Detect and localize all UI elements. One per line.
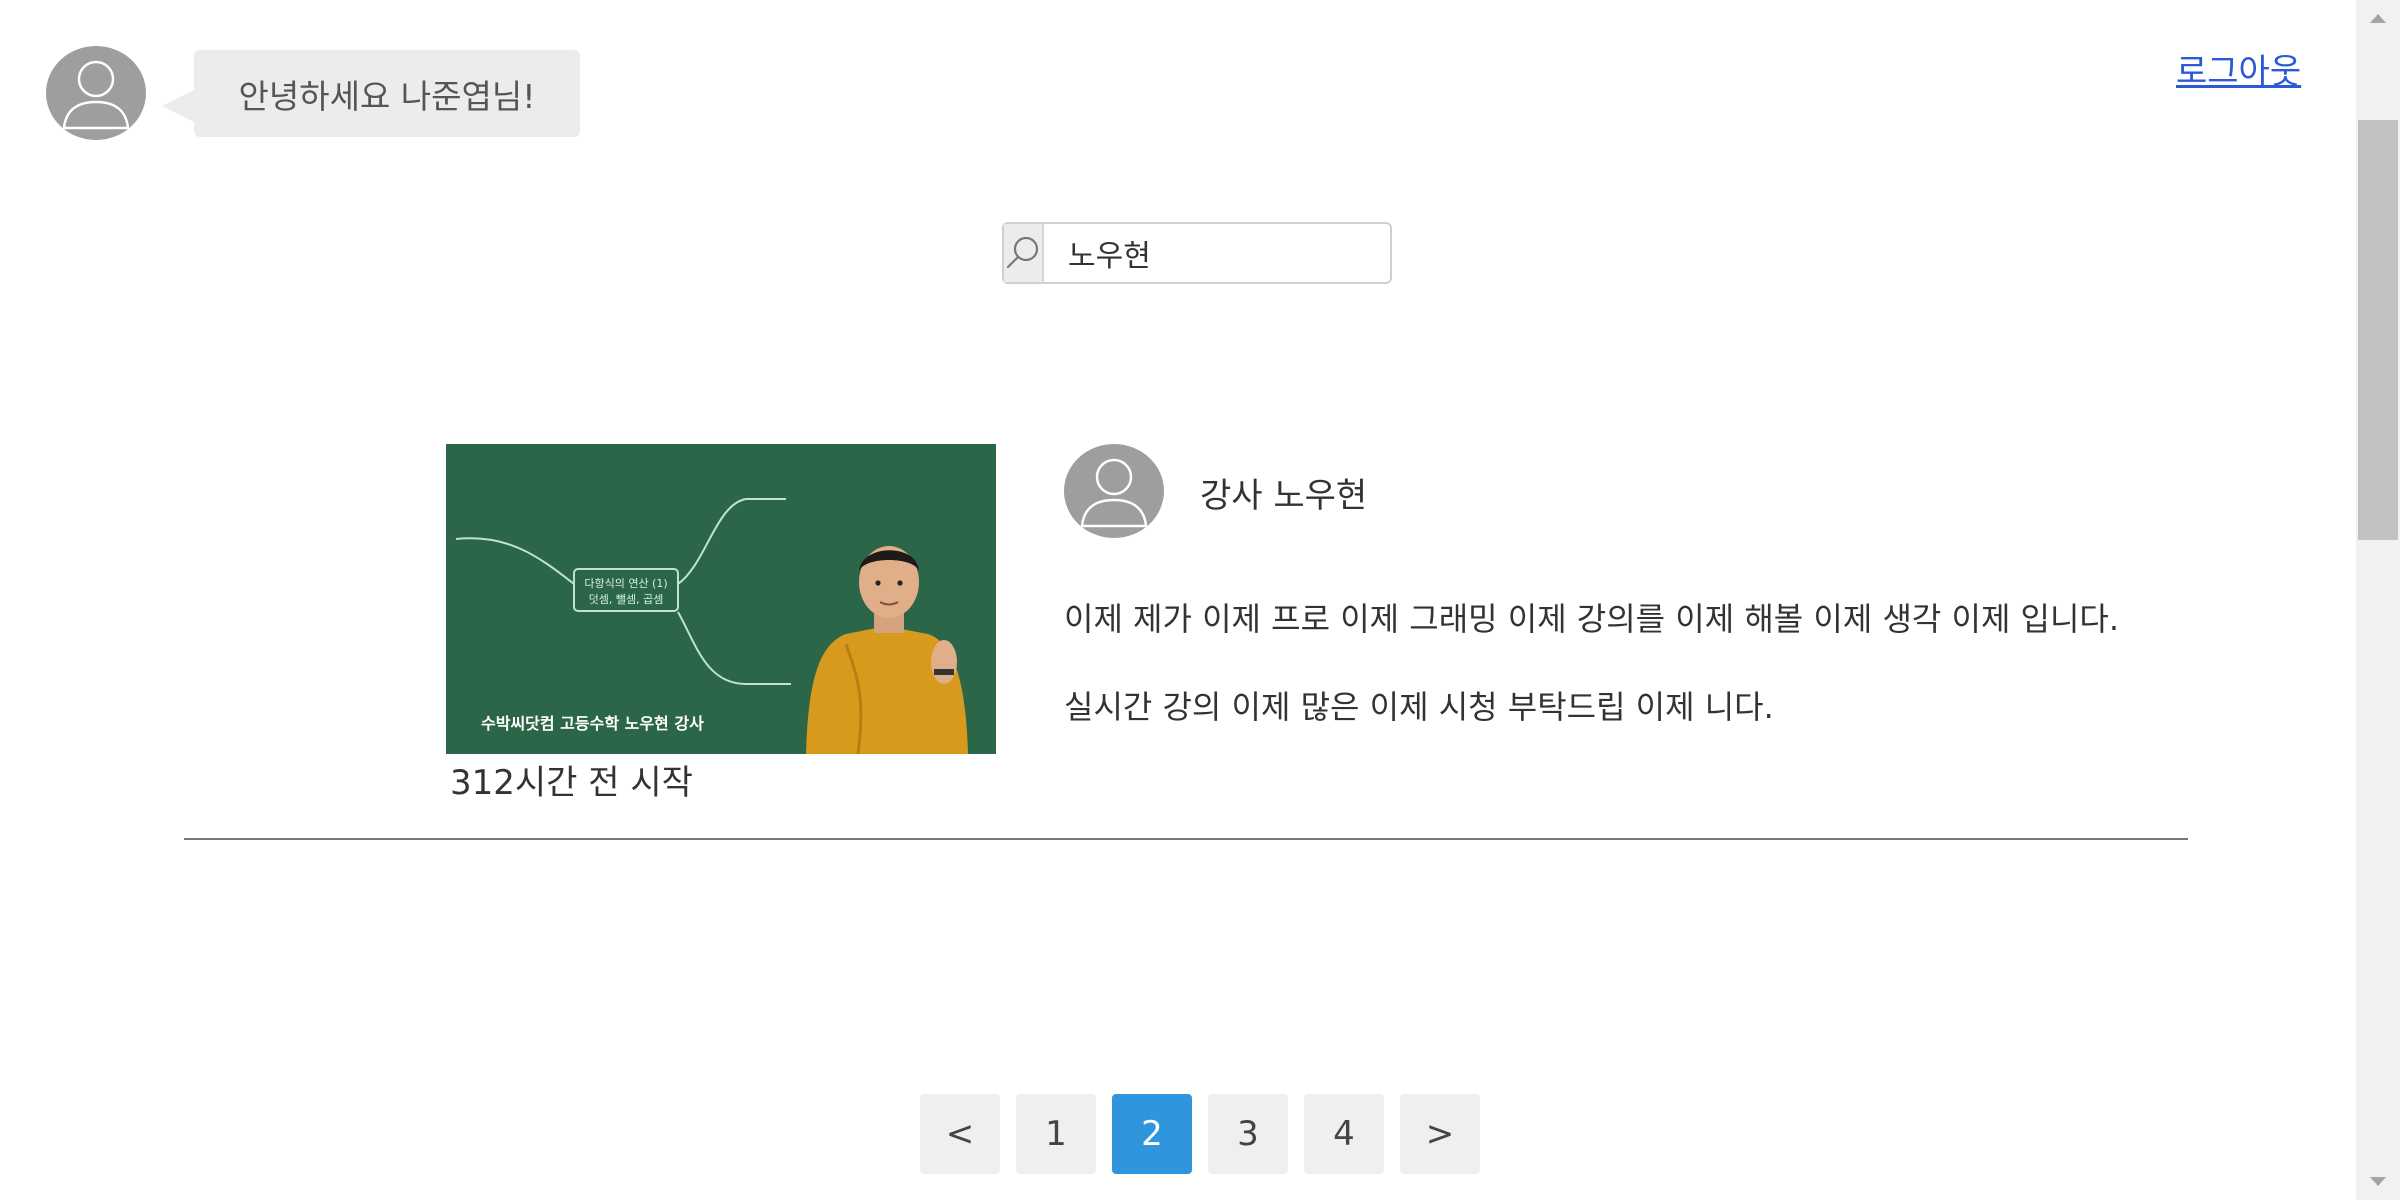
search-input[interactable] [1044, 224, 1465, 282]
search-icon [1006, 236, 1039, 269]
prev-page-button[interactable]: < [920, 1094, 1000, 1174]
greeting-bubble: 안녕하세요 나준엽님! [162, 50, 580, 137]
page-button-1[interactable]: 1 [1016, 1094, 1096, 1174]
pagination: < 1 2 3 4 > [920, 1094, 1480, 1174]
instructor-avatar [1064, 444, 1164, 538]
vertical-scrollbar[interactable] [2356, 0, 2400, 1200]
lecture-start-time: 312시간 전 시작 [450, 763, 693, 803]
thumbnail-box-line1: 다항식의 연산 (1) [584, 577, 667, 590]
next-page-button[interactable]: > [1400, 1094, 1480, 1174]
lecture-description-line2: 실시간 강의 이제 많은 이제 시청 부탁드립 이제 니다. [1064, 688, 1774, 726]
instructor-name: 강사 노우현 [1200, 476, 1368, 516]
page-button-3[interactable]: 3 [1208, 1094, 1288, 1174]
user-silhouette-icon [62, 60, 130, 130]
page-button-4[interactable]: 4 [1304, 1094, 1384, 1174]
thumbnail-caption: 수박씨닷컴 고등수학 노우현 강사 [481, 714, 704, 733]
scroll-down-arrow-icon[interactable] [2356, 1164, 2400, 1200]
thumbnail-box-line2: 덧셈, 뺄셈, 곱셈 [589, 593, 664, 606]
user-silhouette-icon [1080, 458, 1148, 528]
search-button[interactable] [1004, 224, 1044, 282]
lecture-description-line1: 이제 제가 이제 프로 이제 그래밍 이제 강의를 이제 해볼 이제 생각 이제… [1064, 600, 2120, 638]
lecture-thumbnail[interactable]: 다항식의 연산 (1) 덧셈, 뺄셈, 곱셈 수박씨닷컴 고등수학 노우현 강사 [446, 444, 996, 754]
page-button-2[interactable]: 2 [1112, 1094, 1192, 1174]
user-avatar [46, 46, 146, 140]
scroll-up-arrow-icon[interactable] [2356, 0, 2400, 36]
lecture-video-frame: 다항식의 연산 (1) 덧셈, 뺄셈, 곱셈 수박씨닷컴 고등수학 노우현 강사 [446, 444, 996, 754]
logout-link[interactable]: 로그아웃 [2176, 44, 2301, 93]
section-divider [184, 838, 2188, 840]
scrollbar-thumb[interactable] [2358, 120, 2398, 540]
search-box [1002, 222, 1465, 284]
greeting-text: 안녕하세요 나준엽님! [238, 76, 536, 116]
